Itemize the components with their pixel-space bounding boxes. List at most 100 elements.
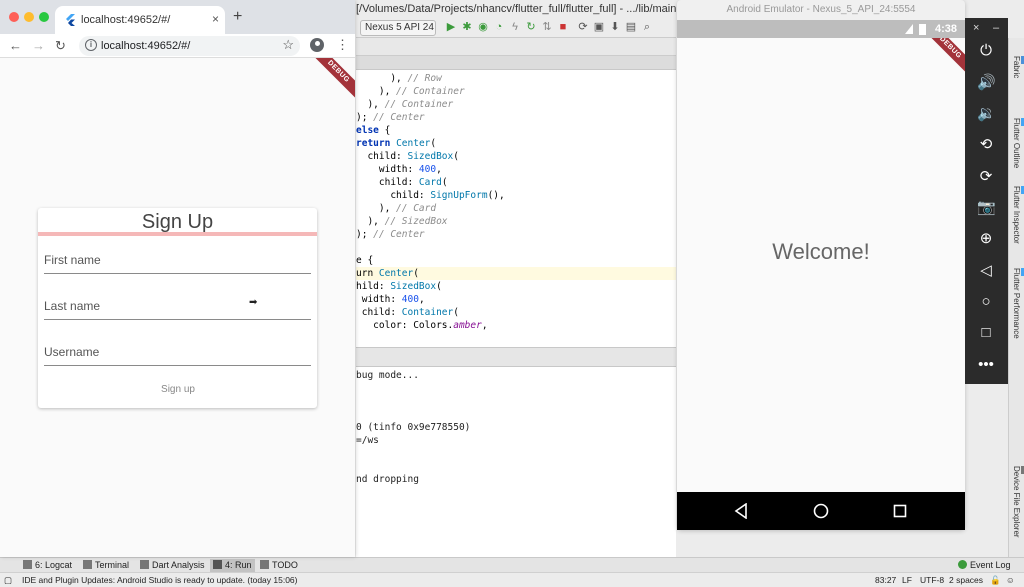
profile-icon[interactable]: ◔ <box>492 20 506 34</box>
cursor-position[interactable]: 83:27 <box>875 574 896 587</box>
power-icon[interactable]: ⏻ <box>977 42 995 60</box>
reload-icon[interactable]: ↻ <box>55 38 66 54</box>
new-tab-button[interactable]: + <box>233 9 242 25</box>
rotate-left-icon[interactable]: ⟲ <box>977 136 995 154</box>
zoom-window-button[interactable] <box>39 12 49 22</box>
sync-icon[interactable]: ⟳ <box>576 20 590 34</box>
code-editor[interactable]: ), // Row ), // Container ), // Containe… <box>356 70 676 347</box>
right-tab-label: Flutter Performance <box>1012 268 1021 339</box>
code-line[interactable] <box>356 241 676 254</box>
right-tab-flutter-outline[interactable]: Flutter Outline <box>1012 118 1024 168</box>
code-line[interactable]: ), // Row <box>356 72 676 85</box>
more-options-icon[interactable]: ••• <box>977 356 995 374</box>
volume-down-icon[interactable]: 🔉 <box>977 105 996 123</box>
signup-card: Sign Up First name Last name Username Si… <box>38 208 317 408</box>
code-line[interactable]: else { <box>356 124 676 137</box>
code-line[interactable]: child: Card( <box>356 176 676 189</box>
stop-icon[interactable]: ■ <box>556 20 570 34</box>
signup-button[interactable]: Sign up <box>148 382 208 398</box>
code-line[interactable]: ), // Container <box>356 98 676 111</box>
code-line[interactable]: e { <box>356 254 676 267</box>
line-separator[interactable]: LF <box>902 574 912 587</box>
bottom-tab-4-run[interactable]: 4: Run <box>210 559 255 572</box>
event-log-tab[interactable]: Event Log <box>955 559 1014 572</box>
chrome-menu-icon[interactable]: ⋮ <box>336 38 349 52</box>
right-tab-fabric[interactable]: Fabric <box>1012 56 1024 78</box>
lock-icon[interactable]: 🔓 <box>990 574 1001 587</box>
emulator-minimize-icon[interactable]: – <box>993 22 999 34</box>
right-tab-device-file-explorer[interactable]: Device File Explorer <box>1012 466 1024 538</box>
minimize-window-button[interactable] <box>24 12 34 22</box>
close-window-button[interactable] <box>9 12 19 22</box>
code-line[interactable]: hild: SizedBox( <box>356 280 676 293</box>
signal-icon <box>905 24 913 34</box>
mouse-cursor-icon: ➡ <box>249 297 258 308</box>
sdk-manager-icon[interactable]: ⬇ <box>608 20 622 34</box>
file-encoding[interactable]: UTF-8 <box>920 574 944 587</box>
profile-avatar-icon[interactable] <box>310 38 324 52</box>
url-text[interactable]: localhost:49652/#/ <box>101 39 190 53</box>
search-everywhere-icon[interactable]: ⌕ <box>640 20 654 34</box>
code-line[interactable]: ); // Center <box>356 111 676 124</box>
code-line[interactable]: width: 400, <box>356 163 676 176</box>
tab-close-icon[interactable]: × <box>212 12 219 26</box>
status-message[interactable]: IDE and Plugin Updates: Android Studio i… <box>22 574 297 587</box>
bottom-tab-todo[interactable]: TODO <box>257 559 301 572</box>
debug-icon[interactable]: ✱ <box>460 20 474 34</box>
last-name-field[interactable]: Last name <box>44 298 311 320</box>
code-line[interactable]: ), // Container <box>356 85 676 98</box>
bottom-tab-dart-analysis[interactable]: Dart Analysis <box>137 559 208 572</box>
code-line[interactable]: ), // Card <box>356 202 676 215</box>
hot-restart-icon[interactable]: ↻ <box>524 20 538 34</box>
emulator-close-icon[interactable]: × <box>973 22 979 34</box>
bookmark-star-icon[interactable]: ☆ <box>282 37 294 53</box>
username-field[interactable]: Username <box>44 344 311 366</box>
code-line[interactable]: return Center( <box>356 137 676 150</box>
code-line[interactable]: width: 400, <box>356 293 676 306</box>
event-log-icon <box>958 560 967 569</box>
bottom-tab-6-logcat[interactable]: 6: Logcat <box>20 559 75 572</box>
first-name-field[interactable]: First name <box>44 252 311 274</box>
back-control-icon[interactable]: ◁ <box>977 262 995 280</box>
run-panel-header <box>356 347 676 367</box>
back-icon[interactable]: ← <box>9 38 22 54</box>
android-back-icon[interactable] <box>734 503 748 519</box>
code-line[interactable]: child: Container( <box>356 306 676 319</box>
right-tab-flutter-performance[interactable]: Flutter Performance <box>1012 268 1024 339</box>
bottom-tab-terminal[interactable]: Terminal <box>80 559 132 572</box>
run-console[interactable]: bug mode... 0 (tinfo 0x9e778550) =/ws nd dr… <box>356 367 676 557</box>
forward-icon[interactable]: → <box>32 38 45 54</box>
zoom-icon[interactable]: ⊕ <box>977 230 995 248</box>
overview-control-icon[interactable]: □ <box>977 324 995 342</box>
android-screen[interactable]: DEBUG Welcome! <box>677 38 965 492</box>
address-bar[interactable]: i localhost:49652/#/ ☆ <box>79 36 300 56</box>
indent-setting[interactable]: 2 spaces <box>949 574 983 587</box>
run-icon[interactable]: ▶ <box>444 20 458 34</box>
run-icon <box>213 560 222 569</box>
code-line[interactable]: color: Colors.amber, <box>356 319 676 332</box>
screenshot-icon[interactable]: 📷 <box>977 199 996 217</box>
android-recents-icon[interactable] <box>893 503 907 519</box>
home-control-icon[interactable]: ○ <box>977 293 995 311</box>
console-line: nd dropping <box>356 474 419 485</box>
smiley-icon[interactable]: ☺ <box>1006 574 1015 587</box>
run-coverage-icon[interactable]: ◉ <box>476 20 490 34</box>
code-line[interactable]: urn Center( <box>356 267 676 280</box>
hot-reload-icon[interactable]: ϟ <box>508 20 522 34</box>
browser-tab[interactable]: localhost:49652/#/ × <box>55 6 225 34</box>
android-home-icon[interactable] <box>813 503 829 519</box>
status-window-icon[interactable]: ▢ <box>4 574 14 587</box>
avd-manager-icon[interactable]: ▣ <box>592 20 606 34</box>
code-line[interactable]: ); // Center <box>356 228 676 241</box>
right-tab-flutter-inspector[interactable]: Flutter Inspector <box>1012 186 1024 244</box>
code-line[interactable]: ), // SizedBox <box>356 215 676 228</box>
code-line[interactable]: child: SignUpForm(), <box>356 189 676 202</box>
attach-icon[interactable]: ⇅ <box>540 20 554 34</box>
site-info-icon[interactable]: i <box>85 39 97 51</box>
rotate-right-icon[interactable]: ⟳ <box>977 168 995 186</box>
layout-inspector-icon[interactable]: ▤ <box>624 20 638 34</box>
device-selector[interactable]: Nexus 5 API 24 <box>360 20 436 36</box>
code-line[interactable]: child: SizedBox( <box>356 150 676 163</box>
bottom-tab-label: 4: Run <box>225 560 252 570</box>
volume-up-icon[interactable]: 🔊 <box>977 74 996 92</box>
